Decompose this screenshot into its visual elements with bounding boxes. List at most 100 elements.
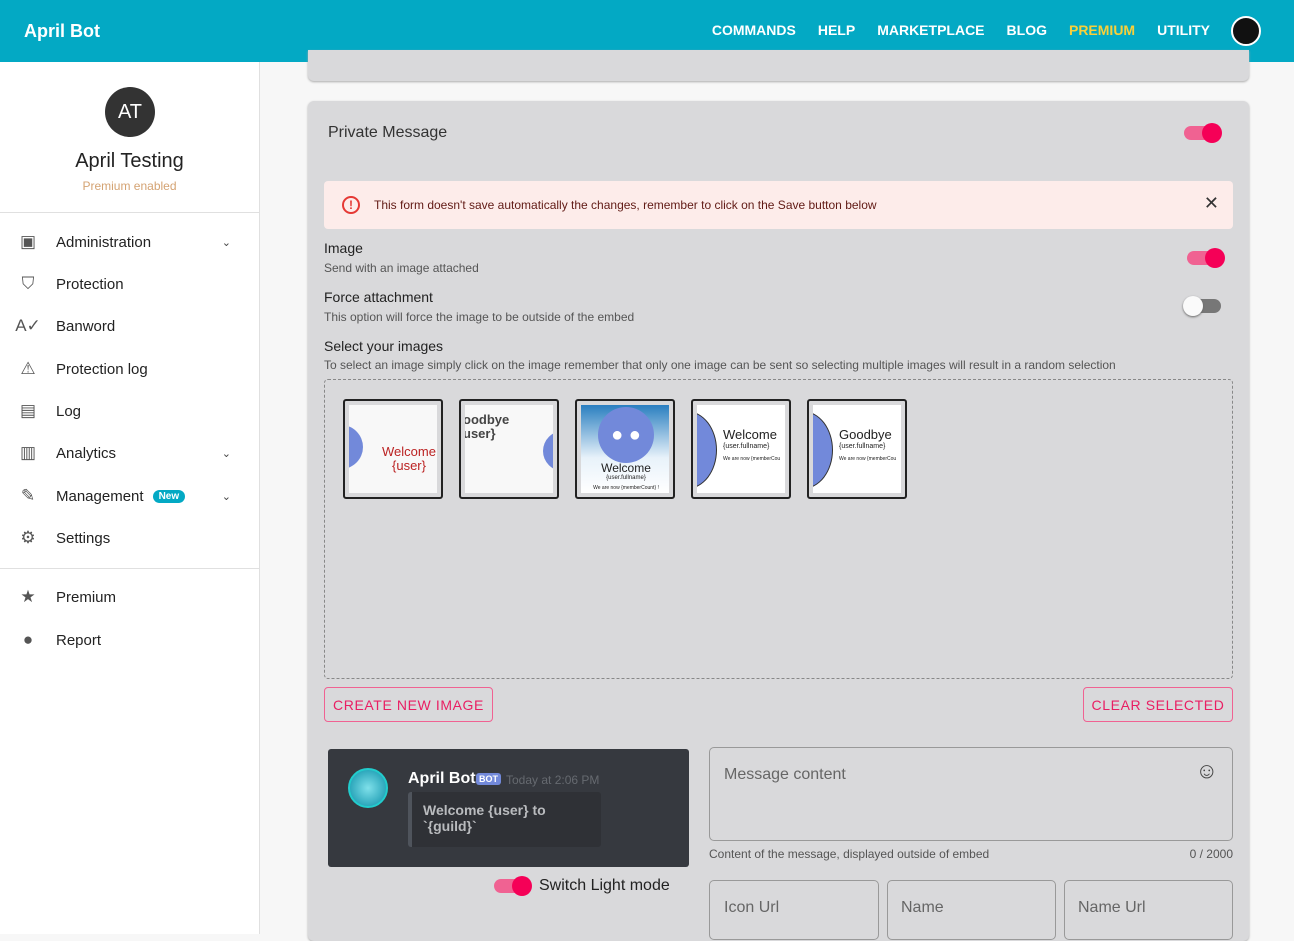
nav-utility[interactable]: UTILITY <box>1157 22 1210 38</box>
thumb-title: Welcome <box>382 444 436 459</box>
previous-card <box>308 50 1249 81</box>
name-input[interactable]: Name <box>887 880 1056 940</box>
sidebar-item-label: Protection <box>56 275 124 293</box>
new-badge: New <box>152 489 186 503</box>
divider <box>0 568 259 569</box>
create-new-image-button[interactable]: CREATE NEW IMAGE <box>324 687 493 722</box>
thumb-line: We are now {memberCou <box>723 456 781 462</box>
emoji-icon[interactable]: ☺ <box>1196 758 1218 784</box>
bot-avatar <box>348 768 388 808</box>
warning-alert: ! This form doesn't save automatically t… <box>324 181 1233 229</box>
char-counter: 0 / 2000 <box>1189 847 1233 861</box>
light-mode-label: Switch Light mode <box>539 877 670 894</box>
nav-help[interactable]: HELP <box>818 22 855 38</box>
discord-preview: April Bot BOT Today at 2:06 PM Welcome {… <box>328 749 689 867</box>
report-icon: ● <box>22 630 34 649</box>
light-mode-toggle[interactable] <box>494 876 532 896</box>
sidebar-item-protection[interactable]: ⛉ Protection <box>0 264 259 304</box>
sidebar-item-label: Log <box>56 402 82 420</box>
name-url-input[interactable]: Name Url <box>1064 880 1233 940</box>
sidebar-item-label: Management <box>56 487 144 505</box>
chart-icon: ▥ <box>19 443 37 462</box>
message-help: Content of the message, displayed outsid… <box>709 847 990 861</box>
image-option-label: Image <box>324 240 363 256</box>
sidebar-item-label: Administration <box>56 233 152 251</box>
nav-premium[interactable]: PREMIUM <box>1069 22 1135 38</box>
sidebar-item-label: Settings <box>56 529 111 547</box>
sidebar-item-management[interactable]: ✎ Management New ⌄ <box>0 476 259 516</box>
sidebar-item-label: Report <box>56 631 102 649</box>
select-images-desc: To select an image simply click on the i… <box>324 358 1116 372</box>
chevron-down-icon: ⌄ <box>221 490 231 503</box>
clear-selected-button[interactable]: CLEAR SELECTED <box>1083 687 1233 722</box>
bot-tag: BOT <box>476 773 501 785</box>
pencil-icon: ✎ <box>20 486 36 505</box>
thumb-sub: user} <box>465 426 496 441</box>
sidebar-item-log[interactable]: ▤ Log <box>0 391 259 431</box>
image-toggle[interactable] <box>1187 248 1225 268</box>
sidebar-item-label: Premium <box>56 588 117 606</box>
nav-commands[interactable]: COMMANDS <box>712 22 796 38</box>
name-placeholder: Name <box>901 899 944 916</box>
chevron-down-icon: ⌄ <box>221 236 231 249</box>
image-thumb[interactable]: oodbye user} <box>459 399 559 499</box>
force-attachment-desc: This option will force the image to be o… <box>324 310 635 324</box>
thumb-line: We are now {memberCou <box>839 456 897 462</box>
thumb-title: Welcome <box>601 461 651 475</box>
message-time: Today at 2:06 PM <box>506 773 600 787</box>
image-thumb[interactable]: Welcome {user} <box>343 399 443 499</box>
force-attachment-label: Force attachment <box>324 289 433 305</box>
user-avatar[interactable] <box>1231 16 1261 46</box>
thumb-title: Goodbye <box>839 427 892 442</box>
section-title: Private Message <box>328 124 448 141</box>
sidebar-item-protection-log[interactable]: ⚠ Protection log <box>0 349 259 389</box>
spellcheck-icon: A✓ <box>15 316 41 335</box>
thumb-title: Welcome <box>723 427 777 442</box>
thumb-line: We are now {memberCount} ! <box>593 485 659 491</box>
thumb-sub: {user.fullname} <box>723 443 770 450</box>
warning-icon: ⚠ <box>20 359 36 378</box>
sidebar-item-analytics[interactable]: ▥ Analytics ⌄ <box>0 433 259 473</box>
thumb-sub: {user.fullname} <box>606 475 646 481</box>
image-thumb[interactable]: Goodbye {user.fullname} We are now {member… <box>807 399 907 499</box>
thumb-sub: {user.fullname} <box>839 443 886 450</box>
sidebar: AT April Testing Premium enabled ▣ Admini… <box>0 62 260 934</box>
error-icon: ! <box>342 196 360 214</box>
premium-status: Premium enabled <box>82 179 177 193</box>
sidebar-item-label: Banword <box>56 317 116 335</box>
nav-blog[interactable]: BLOG <box>1007 22 1047 38</box>
force-attachment-toggle[interactable] <box>1183 296 1221 316</box>
nav-marketplace[interactable]: MARKETPLACE <box>877 22 984 38</box>
bot-name: April Bot <box>408 770 476 787</box>
icon-url-input[interactable]: Icon Url <box>709 880 879 940</box>
top-nav: COMMANDS HELP MARKETPLACE BLOG PREMIUM U… <box>712 22 1210 38</box>
sidebar-item-banword[interactable]: A✓ Banword <box>0 306 259 346</box>
name-url-placeholder: Name Url <box>1078 899 1146 916</box>
chevron-down-icon: ⌄ <box>221 447 231 460</box>
message-content-input[interactable]: Message content ☺ <box>709 747 1233 841</box>
private-message-toggle[interactable] <box>1184 123 1222 143</box>
sidebar-item-report[interactable]: ● Report <box>0 620 259 660</box>
image-picker: Welcome {user} oodbye user} ● ● Welcome {use… <box>324 379 1233 679</box>
sidebar-item-label: Protection log <box>56 360 148 378</box>
image-thumb[interactable]: Welcome {user.fullname} We are now {member… <box>691 399 791 499</box>
thumb-sub: {user} <box>392 458 426 473</box>
gear-icon: ⚙ <box>20 528 36 547</box>
icon-url-placeholder: Icon Url <box>724 899 780 916</box>
badge-icon: ▣ <box>19 232 37 251</box>
star-icon: ★ <box>20 587 36 606</box>
select-images-label: Select your images <box>324 338 444 354</box>
close-icon[interactable]: ✕ <box>1204 193 1219 214</box>
sidebar-item-settings[interactable]: ⚙ Settings <box>0 518 259 558</box>
archive-icon: ▤ <box>19 401 37 420</box>
brand-logo[interactable]: April Bot <box>24 21 100 42</box>
sidebar-item-premium[interactable]: ★ Premium <box>0 577 259 617</box>
user-name: April Testing <box>75 150 184 172</box>
image-thumb[interactable]: ● ● Welcome {user.fullname} We are now {mem… <box>575 399 675 499</box>
shield-icon: ⛉ <box>21 274 35 293</box>
sidebar-item-label: Analytics <box>56 444 117 462</box>
embed-text: Welcome {user} to `{guild}` <box>423 802 546 834</box>
message-placeholder: Message content <box>724 766 846 783</box>
sidebar-item-administration[interactable]: ▣ Administration ⌄ <box>0 222 259 262</box>
divider <box>0 212 259 213</box>
